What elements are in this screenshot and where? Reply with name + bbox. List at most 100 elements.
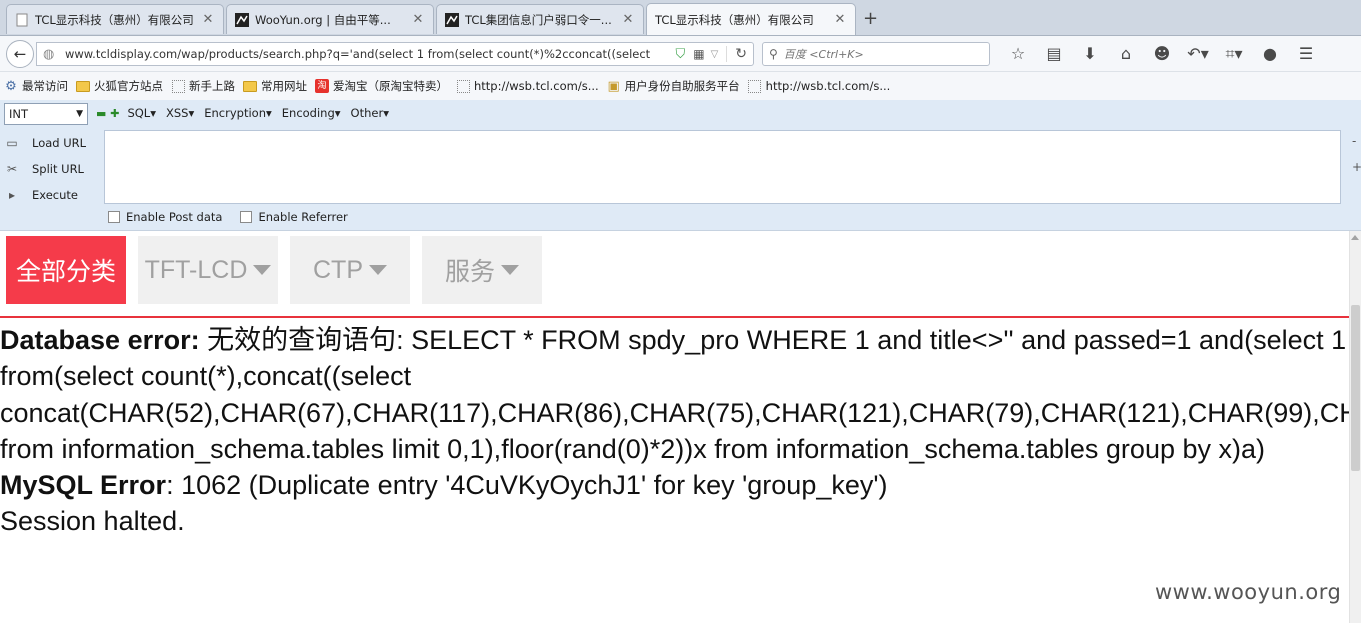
scrollbar[interactable] xyxy=(1349,231,1361,623)
menu-sql[interactable]: SQL▾ xyxy=(127,106,156,120)
type-select[interactable]: INT ▼ xyxy=(4,103,88,125)
undo-icon[interactable]: ↶▾ xyxy=(1180,44,1216,64)
scrollbar-thumb[interactable] xyxy=(1351,305,1360,471)
category-label: 服务 xyxy=(444,258,495,286)
bookmark-label: 新手上路 xyxy=(189,79,235,93)
close-icon[interactable]: ✕ xyxy=(833,12,847,27)
execute-button[interactable]: ▸ Execute xyxy=(0,182,104,208)
error-line: Database error: 无效的查询语句: SELECT * FROM s… xyxy=(0,322,1349,358)
toolbar-icons: ☆ ▤ ⬇ ⌂ ☻ ↶▾ ⌗▾ ● ☰ xyxy=(1000,44,1324,64)
menu-xss[interactable]: XSS▾ xyxy=(166,106,194,120)
load-url-label: Load URL xyxy=(32,136,87,150)
enable-referrer-checkbox[interactable]: Enable Referrer xyxy=(240,210,348,224)
bookmark-self-service[interactable]: ▣ 用户身份自助服务平台 xyxy=(607,78,740,94)
error-message: Database error: 无效的查询语句: SELECT * FROM s… xyxy=(0,322,1349,540)
bookmark-getting-started[interactable]: 新手上路 xyxy=(171,78,235,94)
bookmark-common-sites[interactable]: 常用网址 xyxy=(243,78,307,94)
shield-icon[interactable]: ⛉ xyxy=(675,47,685,62)
error-query: 无效的查询语句: SELECT * FROM spdy_pro WHERE 1 … xyxy=(199,325,1347,355)
execute-label: Execute xyxy=(32,188,78,202)
split-url-label: Split URL xyxy=(32,162,84,176)
hackbar-panel: INT ▼ ▬ ✚ SQL▾ XSS▾ Encryption▾ Encoding… xyxy=(0,100,1361,231)
close-icon[interactable]: ✕ xyxy=(621,12,635,27)
chevron-down-icon: ▼ xyxy=(76,109,83,119)
type-select-value: INT xyxy=(9,107,29,121)
download-icon[interactable]: ⬇ xyxy=(1072,44,1108,64)
error-line: concat(CHAR(52),CHAR(67),CHAR(117),CHAR(… xyxy=(0,397,1349,428)
category-all[interactable]: 全部分类 xyxy=(6,236,126,304)
tab-tcl-group[interactable]: TCL集团信息门户弱口令一... ✕ xyxy=(436,4,644,34)
page-icon xyxy=(456,79,470,93)
home-icon[interactable]: ⌂ xyxy=(1108,44,1144,64)
checkbox-box[interactable] xyxy=(240,211,253,223)
bookmark-aitaobao[interactable]: 淘 爱淘宝（原淘宝特卖） xyxy=(315,78,448,94)
bookmark-label: http://wsb.tcl.com/s... xyxy=(765,79,891,93)
category-label: 全部分类 xyxy=(15,258,116,286)
page-icon xyxy=(748,79,762,93)
chevron-down-icon[interactable]: ▽ xyxy=(711,49,719,60)
search-input[interactable] xyxy=(783,47,983,61)
qr-code-icon[interactable]: ▦ xyxy=(693,47,704,61)
wooyun-icon xyxy=(445,12,459,27)
url-input[interactable] xyxy=(65,47,672,61)
hackbar-url-textarea[interactable] xyxy=(104,130,1341,204)
page-content: 全部分类 TFT-LCD CTP 服务 Database error: 无效的查… xyxy=(0,231,1349,623)
bookmark-label: 火狐官方站点 xyxy=(94,79,163,93)
bookmark-most-visited[interactable]: ⚙ 最常访问 xyxy=(4,78,68,94)
session-halted: Session halted. xyxy=(0,506,185,537)
divider xyxy=(0,316,1349,318)
category-tft-lcd[interactable]: TFT-LCD xyxy=(138,236,278,304)
reload-icon[interactable]: ↻ xyxy=(726,46,747,62)
minus-plus-icon[interactable]: ▬ ✚ xyxy=(96,107,119,120)
hackbar-menu: ▬ ✚ SQL▾ XSS▾ Encryption▾ Encoding▾ Othe… xyxy=(96,106,399,120)
bookmark-firefox-site[interactable]: 火狐官方站点 xyxy=(76,78,163,94)
menu-encoding[interactable]: Encoding▾ xyxy=(282,106,341,120)
minus-icon[interactable]: - xyxy=(1352,134,1356,148)
tab-wooyun[interactable]: WooYun.org | 自由平等... ✕ xyxy=(226,4,434,34)
new-tab-button[interactable]: + xyxy=(863,8,878,29)
mysql-error-message: : 1062 (Duplicate entry '4CuVKyOychJ1' f… xyxy=(166,470,888,501)
star-icon[interactable]: ☆ xyxy=(1000,44,1036,64)
checkbox-box[interactable] xyxy=(108,211,120,223)
smiley-icon[interactable]: ☻ xyxy=(1144,44,1180,64)
url-bar[interactable]: ◍ ⛉ ▦ ▽ ↻ xyxy=(36,42,754,66)
menu-other[interactable]: Other▾ xyxy=(351,106,389,120)
bookmark-wsb-2[interactable]: http://wsb.tcl.com/s... xyxy=(748,79,891,93)
category-ctp[interactable]: CTP xyxy=(290,236,410,304)
caret-down-icon xyxy=(253,265,272,275)
close-icon[interactable]: ✕ xyxy=(411,12,425,27)
search-icon: ⚲ xyxy=(769,47,778,61)
wooyun-icon xyxy=(235,12,249,27)
tab-tcl-display-active[interactable]: TCL显示科技（惠州）有限公司 ✕ xyxy=(646,3,856,35)
back-arrow-icon: ← xyxy=(13,45,27,63)
chat-icon[interactable]: ● xyxy=(1252,44,1288,64)
bookmark-wsb-1[interactable]: http://wsb.tcl.com/s... xyxy=(456,79,599,93)
caret-down-icon xyxy=(369,265,387,275)
taobao-icon: 淘 xyxy=(315,79,329,93)
reading-list-icon[interactable]: ▤ xyxy=(1036,44,1072,64)
tab-title: TCL显示科技（惠州）有限公司 xyxy=(655,12,814,27)
category-service[interactable]: 服务 xyxy=(422,236,542,304)
error-line: MySQL Error: 1062 (Duplicate entry '4CuV… xyxy=(0,467,1349,503)
crop-icon[interactable]: ⌗▾ xyxy=(1216,44,1252,64)
back-button[interactable]: ← xyxy=(6,40,34,68)
db-error-label: Database error: xyxy=(0,325,200,355)
error-line: from(select count(*),concat((select xyxy=(0,361,412,392)
page-icon xyxy=(171,79,185,93)
menu-encryption[interactable]: Encryption▾ xyxy=(204,106,272,120)
menu-icon[interactable]: ☰ xyxy=(1288,44,1324,64)
load-url-button[interactable]: ▭ Load URL xyxy=(0,130,104,156)
bookmark-label: 最常访问 xyxy=(22,79,68,93)
hackbar-options: Enable Post data Enable Referrer xyxy=(108,210,366,224)
split-url-button[interactable]: ✂ Split URL xyxy=(0,156,104,182)
search-bar[interactable]: ⚲ xyxy=(762,42,990,66)
close-icon[interactable]: ✕ xyxy=(201,12,215,27)
plus-icon[interactable]: + xyxy=(1352,160,1361,174)
gear-icon: ⚙ xyxy=(5,78,17,94)
scroll-up-icon[interactable] xyxy=(1351,235,1359,240)
document-icon xyxy=(15,13,29,27)
tab-tcl-display-1[interactable]: TCL显示科技（惠州）有限公司 ✕ xyxy=(6,4,224,34)
caret-down-icon xyxy=(501,265,519,275)
enable-post-checkbox[interactable]: Enable Post data xyxy=(108,210,222,224)
category-label: CTP xyxy=(313,255,363,284)
